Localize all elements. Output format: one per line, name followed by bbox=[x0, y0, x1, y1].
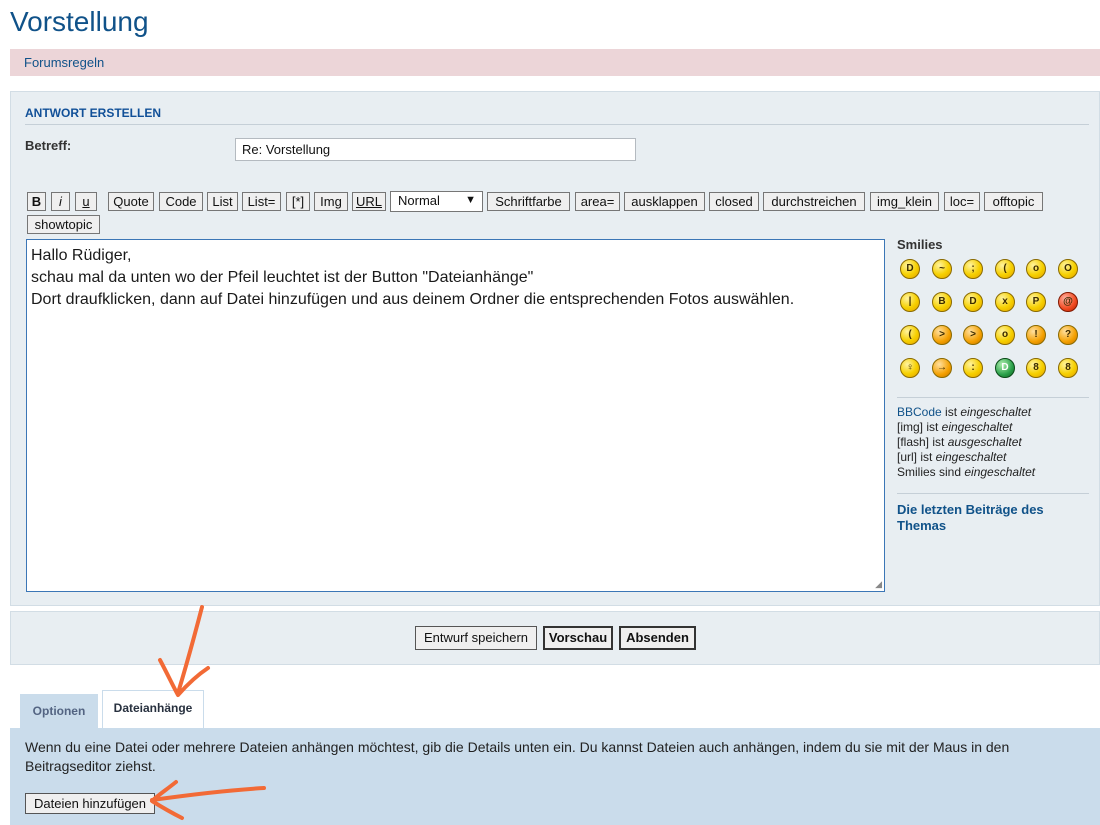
attachments-info: Wenn du eine Datei oder mehrere Dateien … bbox=[25, 739, 1010, 774]
submit-button[interactable]: Absenden bbox=[619, 626, 696, 650]
reply-heading: ANTWORT ERSTELLEN bbox=[25, 106, 161, 120]
status-value: ausgeschaltet bbox=[947, 435, 1022, 449]
save-draft-button[interactable]: Entwurf speichern bbox=[415, 626, 537, 650]
page-title: Vorstellung bbox=[10, 6, 149, 37]
code-button[interactable]: Code bbox=[159, 192, 203, 211]
list-ordered-button[interactable]: List= bbox=[242, 192, 281, 211]
message-line: Dort draufklicken, dann auf Datei hinzuf… bbox=[31, 291, 795, 308]
spoiler-button[interactable]: ausklappen bbox=[624, 192, 705, 211]
dropdown-arrow-icon: ▼ bbox=[465, 194, 476, 206]
quote-button[interactable]: Quote bbox=[108, 192, 154, 211]
loc-button[interactable]: loc= bbox=[944, 192, 980, 211]
font-size-select[interactable]: Normal ▼ bbox=[390, 191, 483, 212]
grin-icon[interactable]: D bbox=[963, 292, 983, 312]
add-files-button[interactable]: Dateien hinzufügen bbox=[25, 793, 155, 814]
status-value: eingeschaltet bbox=[964, 465, 1036, 479]
font-size-value: Normal bbox=[398, 193, 440, 208]
closed-button[interactable]: closed bbox=[709, 192, 759, 211]
list-item-button[interactable]: [*] bbox=[286, 192, 310, 211]
subject-input[interactable] bbox=[235, 138, 636, 161]
status-text: [flash] ist bbox=[897, 435, 948, 449]
forum-rules-link[interactable]: Forumsregeln bbox=[24, 55, 104, 70]
bold-button[interactable]: B bbox=[27, 192, 46, 211]
bbcode-status: BBCode ist eingeschaltet [img] ist einge… bbox=[897, 405, 1089, 480]
tab-attachments[interactable]: Dateianhänge bbox=[102, 690, 204, 728]
divider bbox=[25, 124, 1089, 125]
area-button[interactable]: area= bbox=[575, 192, 620, 211]
laughing-icon[interactable]: D bbox=[900, 259, 920, 279]
submit-panel: Entwurf speichern Vorschau Absenden bbox=[10, 611, 1100, 665]
geek-icon[interactable]: 8 bbox=[1026, 358, 1046, 378]
subject-label: Betreff: bbox=[25, 138, 72, 153]
divider bbox=[897, 493, 1089, 494]
reply-panel: ANTWORT ERSTELLEN Betreff: B i u Quote C… bbox=[10, 91, 1100, 606]
status-text: [img] ist bbox=[897, 420, 942, 434]
forum-rules-bar: Forumsregeln bbox=[10, 49, 1100, 76]
status-value: eingeschaltet bbox=[935, 450, 1007, 464]
divider bbox=[897, 397, 1089, 398]
smirk-icon[interactable]: : bbox=[963, 358, 983, 378]
idea-icon[interactable]: ♀ bbox=[900, 358, 920, 378]
offtopic-button[interactable]: offtopic bbox=[984, 192, 1043, 211]
evil-icon[interactable]: > bbox=[932, 325, 952, 345]
neutral-icon[interactable]: | bbox=[900, 292, 920, 312]
img-button[interactable]: Img bbox=[314, 192, 348, 211]
img-small-button[interactable]: img_klein bbox=[870, 192, 939, 211]
italic-button[interactable]: i bbox=[51, 192, 70, 211]
strikethrough-button[interactable]: durchstreichen bbox=[763, 192, 865, 211]
list-button[interactable]: List bbox=[207, 192, 238, 211]
status-text: ist bbox=[941, 405, 961, 419]
frown-icon[interactable]: ( bbox=[900, 325, 920, 345]
question-icon[interactable]: ? bbox=[1058, 325, 1078, 345]
eek-icon[interactable]: O bbox=[1058, 259, 1078, 279]
last-posts-link[interactable]: Die letzten Beiträge des Themas bbox=[897, 502, 1089, 534]
tab-options[interactable]: Optionen bbox=[20, 694, 98, 728]
twisted-icon[interactable]: > bbox=[963, 325, 983, 345]
attachments-panel: Wenn du eine Datei oder mehrere Dateien … bbox=[10, 728, 1100, 825]
status-value: eingeschaltet bbox=[941, 420, 1013, 434]
smilies-heading: Smilies bbox=[897, 237, 943, 252]
font-color-button[interactable]: Schriftfarbe bbox=[487, 192, 570, 211]
showtopic-button[interactable]: showtopic bbox=[27, 215, 100, 234]
status-value: eingeschaltet bbox=[960, 405, 1032, 419]
green-grin-icon[interactable]: D bbox=[995, 358, 1015, 378]
angry-icon[interactable]: @ bbox=[1058, 292, 1078, 312]
mad-icon[interactable]: x bbox=[995, 292, 1015, 312]
message-line: Hallo Rüdiger, bbox=[31, 247, 132, 264]
bbcode-help-link[interactable]: BBCode bbox=[897, 405, 942, 419]
cool-icon[interactable]: B bbox=[932, 292, 952, 312]
status-text: Smilies sind bbox=[897, 465, 965, 479]
confused-icon[interactable]: ~ bbox=[932, 259, 952, 279]
message-line: schau mal da unten wo der Pfeil leuchtet… bbox=[31, 269, 534, 286]
arrow-icon[interactable]: → bbox=[932, 358, 952, 378]
exclaim-icon[interactable]: ! bbox=[1026, 325, 1046, 345]
status-text: [url] ist bbox=[897, 450, 936, 464]
smilies-sidebar: Smilies D ~ ; ( o O | B D x P @ ( > > o … bbox=[897, 237, 1089, 533]
nerd-icon[interactable]: 8 bbox=[1058, 358, 1078, 378]
url-button[interactable]: URL bbox=[352, 192, 386, 211]
preview-button[interactable]: Vorschau bbox=[543, 626, 613, 650]
rolleyes-icon[interactable]: o bbox=[995, 325, 1015, 345]
surprised-icon[interactable]: o bbox=[1026, 259, 1046, 279]
resize-grip-icon[interactable]: ◢ bbox=[875, 579, 882, 590]
sad-icon[interactable]: ( bbox=[995, 259, 1015, 279]
message-textarea[interactable]: Hallo Rüdiger, schau mal da unten wo der… bbox=[26, 239, 885, 592]
razz-icon[interactable]: P bbox=[1026, 292, 1046, 312]
underline-button[interactable]: u bbox=[75, 192, 97, 211]
wink-icon[interactable]: ; bbox=[963, 259, 983, 279]
